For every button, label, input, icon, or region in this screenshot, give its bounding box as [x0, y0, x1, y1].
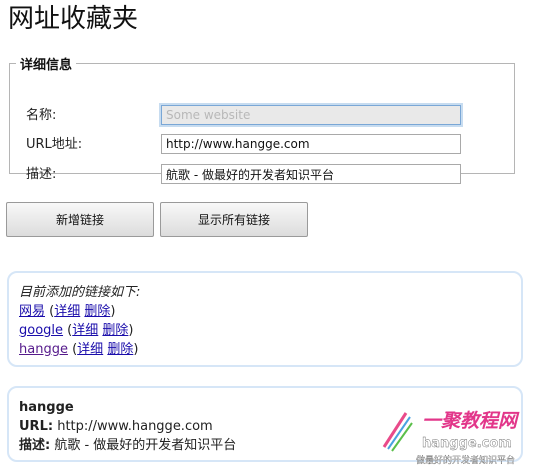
details-fieldset: 详细信息 名称: URL地址: 描述:: [9, 54, 515, 184]
link-delete[interactable]: 删除: [107, 342, 133, 357]
watermark-sub-text: 做最好的开发者知识平台: [416, 454, 515, 466]
page-title: 网址收藏夹: [8, 4, 139, 34]
name-input[interactable]: [161, 105, 461, 125]
list-item: 网易 (详细 删除): [19, 304, 116, 319]
list-item: google (详细 删除): [19, 323, 134, 338]
link-detail[interactable]: 详细: [54, 304, 80, 319]
description-input[interactable]: [161, 164, 461, 184]
details-legend: 详细信息: [20, 58, 73, 73]
link-name[interactable]: hangge: [19, 342, 68, 357]
detail-description-value: 航歌 - 做最好的开发者知识平台: [54, 438, 237, 453]
show-all-links-button[interactable]: 显示所有链接: [160, 202, 308, 237]
link-delete[interactable]: 删除: [84, 304, 110, 319]
link-detail[interactable]: 详细: [77, 342, 103, 357]
watermark-pen-icon: [382, 412, 413, 452]
link-delete[interactable]: 删除: [102, 323, 128, 338]
watermark-main-text: 一聚教程网: [422, 410, 520, 432]
add-link-button[interactable]: 新增链接: [6, 202, 154, 237]
watermark-domain-text: hangge.com: [422, 436, 512, 451]
link-name[interactable]: 网易: [19, 304, 45, 319]
detail-description-label: 描述:: [19, 438, 51, 453]
description-label: 描述:: [26, 167, 57, 182]
name-label: 名称:: [26, 108, 57, 123]
detail-url-value: http://www.hangge.com: [57, 419, 213, 434]
list-item: hangge (详细 删除): [19, 342, 139, 357]
link-detail[interactable]: 详细: [72, 323, 98, 338]
detail-url-label: URL:: [19, 419, 54, 434]
watermark-logo: 一聚教程网 hangge.com 做最好的开发者知识平台: [382, 410, 520, 466]
links-intro: 目前添加的链接如下:: [19, 285, 141, 300]
links-panel: 目前添加的链接如下: 网易 (详细 删除) google (详细 删除) han…: [7, 271, 523, 367]
url-input[interactable]: [161, 134, 461, 154]
url-label: URL地址:: [26, 137, 83, 152]
link-name[interactable]: google: [19, 323, 63, 338]
